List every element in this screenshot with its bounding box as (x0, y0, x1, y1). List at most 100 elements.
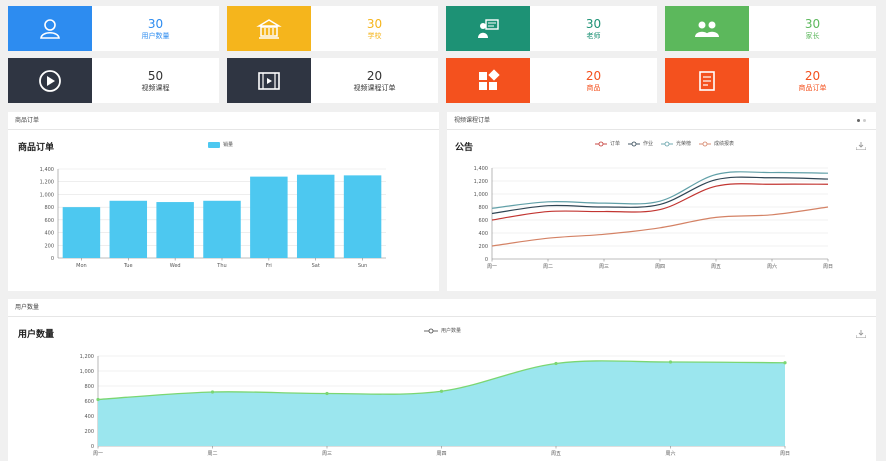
y-tick-label: 600 (84, 399, 94, 405)
y-tick-label: 1,200 (80, 354, 94, 360)
stat-value: 20 (366, 68, 383, 83)
stat-value: 30 (366, 16, 383, 31)
data-point (668, 360, 673, 364)
data-point (325, 391, 329, 396)
x-tick-label: Sat (312, 263, 320, 269)
x-tick-label: 周日 (780, 451, 790, 457)
data-point (439, 389, 444, 393)
card-icon-box (446, 6, 530, 51)
parents-icon (695, 21, 719, 37)
stat-value: 20 (804, 68, 821, 83)
bar (203, 200, 241, 258)
data-point (783, 361, 787, 365)
bar-chart: 0 200 400 600 800 1,000 1,200 1,400 Mon Tue Wed Thu… (40, 167, 386, 269)
data-point (210, 390, 215, 394)
x-tick-label: 周四 (655, 264, 665, 270)
y-tick-label: 600 (478, 218, 488, 224)
card-icon-box (446, 58, 530, 103)
user-count-panel: 用户数量 用户数量 用户数量 0 200 400 600 800 1,000 1,200 周一… (8, 299, 876, 461)
card-icon-box (8, 58, 92, 103)
card-icon-box (8, 6, 92, 51)
x-tick-label: 周六 (767, 263, 777, 270)
y-tick-label: 0 (91, 444, 94, 450)
bar (156, 202, 194, 258)
y-tick-label: 400 (478, 231, 488, 237)
stat-value: 30 (804, 16, 821, 31)
stat-label: 商品订单 (798, 83, 827, 92)
x-tick-label: 周二 (207, 451, 217, 457)
x-tick-label: 周四 (436, 451, 446, 457)
stat-value: 50 (147, 68, 164, 83)
y-tick-label: 1,200 (474, 179, 488, 185)
user-icon (40, 18, 60, 39)
stat-card-parents[interactable]: 30 家长 (665, 6, 876, 51)
y-tick-label: 800 (478, 205, 488, 211)
x-tick-label: Wed (170, 263, 181, 269)
area-chart: 0 200 400 600 800 1,000 1,200 周一 周二 周三 周四 周五 周六 周日 (80, 354, 790, 457)
stat-label: 家长 (805, 31, 820, 40)
card-icon-box (227, 58, 311, 103)
stat-value: 30 (147, 16, 164, 31)
x-tick-label: 周三 (322, 451, 332, 457)
y-tick-label: 600 (44, 218, 54, 224)
series-line (491, 176, 829, 215)
bar (109, 200, 148, 258)
x-tick-label: 周三 (599, 264, 609, 270)
x-tick-label: 周一 (487, 264, 497, 270)
stat-card-video-orders[interactable]: 20 视频课程订单 (227, 58, 438, 103)
area-fill (98, 360, 785, 446)
card-icon-box (665, 6, 749, 51)
film-icon (258, 71, 280, 90)
y-tick-label: 1,000 (80, 369, 94, 375)
stat-label: 商品 (586, 83, 601, 92)
stat-label: 学校 (367, 31, 382, 40)
y-tick-label: 200 (44, 243, 54, 249)
school-icon (256, 18, 282, 39)
x-tick-label: 周五 (551, 451, 561, 457)
x-tick-label: Mon (76, 263, 87, 269)
x-tick-label: Thu (216, 263, 226, 269)
document-icon (699, 70, 715, 91)
stat-card-goods-orders[interactable]: 20 商品订单 (665, 58, 876, 103)
y-tick-label: 800 (44, 205, 54, 211)
x-tick-label: Tue (123, 263, 133, 269)
stat-label: 视频课程订单 (353, 83, 396, 92)
y-tick-label: 0 (51, 256, 54, 262)
y-tick-label: 1,400 (40, 167, 54, 173)
play-icon (39, 69, 61, 92)
stat-card-schools[interactable]: 30 学校 (227, 6, 438, 51)
stat-card-users[interactable]: 30 用户数量 (8, 6, 219, 51)
goods-orders-panel: 商品订单 商品订单 销量 0 200 400 600 800 1,000 1,200 1,40… (8, 112, 439, 291)
card-icon-box (227, 6, 311, 51)
stat-card-teachers[interactable]: 30 老师 (446, 6, 657, 51)
stat-card-video-courses[interactable]: 50 视频课程 (8, 58, 219, 103)
y-tick-label: 200 (84, 429, 94, 435)
y-tick-label: 400 (84, 414, 94, 420)
data-point (96, 397, 100, 402)
teacher-icon (478, 18, 499, 38)
x-tick-label: Fri (266, 263, 272, 269)
x-tick-label: 周一 (93, 451, 103, 457)
stat-value: 20 (585, 68, 602, 83)
y-tick-label: 1,400 (474, 166, 488, 172)
stat-label: 视频课程 (141, 83, 170, 92)
y-tick-label: 1,000 (474, 192, 488, 198)
y-tick-label: 1,200 (40, 180, 54, 186)
card-icon-box (665, 58, 749, 103)
bar (296, 174, 335, 258)
y-tick-label: 400 (44, 231, 54, 237)
y-tick-label: 200 (478, 244, 488, 250)
line-chart: 0 200 400 600 800 1,000 1,200 1,400 周一 周二 周三 周四 周五 周六… (474, 166, 833, 270)
bar (343, 175, 382, 258)
bar (62, 207, 101, 258)
stat-value: 30 (585, 16, 602, 31)
x-tick-label: 周日 (823, 264, 833, 270)
x-tick-label: Sun (358, 263, 368, 269)
data-point (554, 361, 558, 366)
bar (250, 176, 288, 258)
stat-card-goods[interactable]: 20 商品 (446, 58, 657, 103)
x-tick-label: 周二 (543, 264, 553, 270)
y-tick-label: 800 (84, 384, 94, 390)
y-tick-label: 0 (485, 257, 488, 263)
stat-label: 老师 (586, 31, 601, 40)
